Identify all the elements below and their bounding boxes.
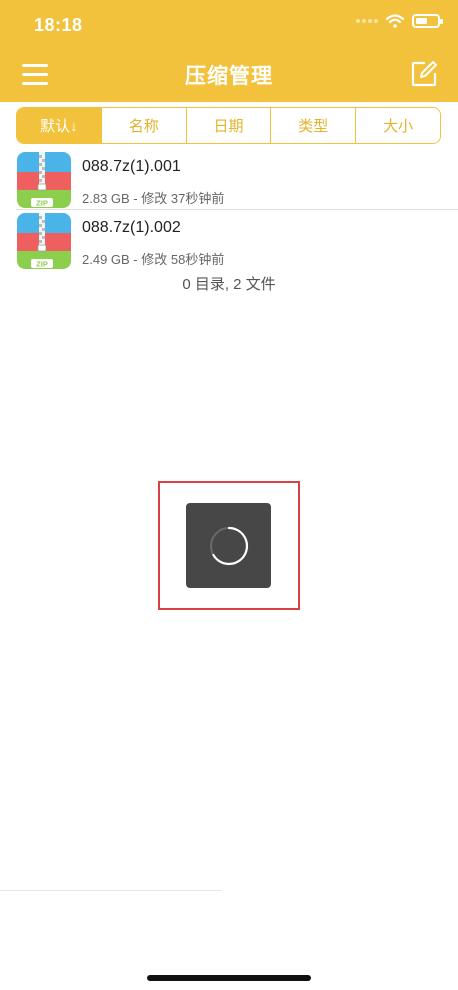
battery-icon <box>412 14 443 28</box>
file-list-item[interactable]: ZIP 088.7z(1).002 2.49 GB - 修改 58秒钟前 <box>0 211 458 271</box>
status-time: 18:18 <box>34 15 83 35</box>
loading-indicator <box>186 503 271 588</box>
file-name: 088.7z(1).001 <box>82 158 181 175</box>
home-indicator[interactable] <box>147 975 311 981</box>
folder-summary: 0 目录, 2 文件 <box>182 276 276 293</box>
spinner-icon <box>210 526 249 566</box>
zip-file-icon: ZIP <box>17 213 71 269</box>
battery-level <box>416 18 427 24</box>
sort-tab-date[interactable]: 日期 <box>185 108 271 143</box>
app-header: 18:18 压缩管理 <box>0 0 458 102</box>
bottom-divider <box>0 890 222 891</box>
status-icons <box>356 14 443 28</box>
sort-tab-default[interactable]: 默认↓ <box>17 108 101 143</box>
sort-segmented-control: 默认↓ 名称 日期 类型 大小 <box>16 107 441 144</box>
file-list-item[interactable]: ZIP 088.7z(1).001 2.83 GB - 修改 37秒钟前 <box>0 150 458 210</box>
wifi-icon <box>386 14 404 28</box>
row-divider <box>16 209 458 210</box>
signal-icon <box>356 19 378 23</box>
file-name: 088.7z(1).002 <box>82 219 181 236</box>
sort-tab-name[interactable]: 名称 <box>100 108 186 143</box>
file-meta: 2.49 GB - 修改 58秒钟前 <box>82 252 225 267</box>
sort-tab-size[interactable]: 大小 <box>355 108 440 143</box>
edit-icon[interactable] <box>410 60 438 88</box>
file-meta: 2.83 GB - 修改 37秒钟前 <box>82 191 225 206</box>
page-title: 压缩管理 <box>185 65 273 88</box>
sort-tab-type[interactable]: 类型 <box>270 108 356 143</box>
zip-file-icon: ZIP <box>17 152 71 208</box>
zip-icon-label: ZIP <box>36 260 48 269</box>
zip-icon-label: ZIP <box>36 199 48 208</box>
